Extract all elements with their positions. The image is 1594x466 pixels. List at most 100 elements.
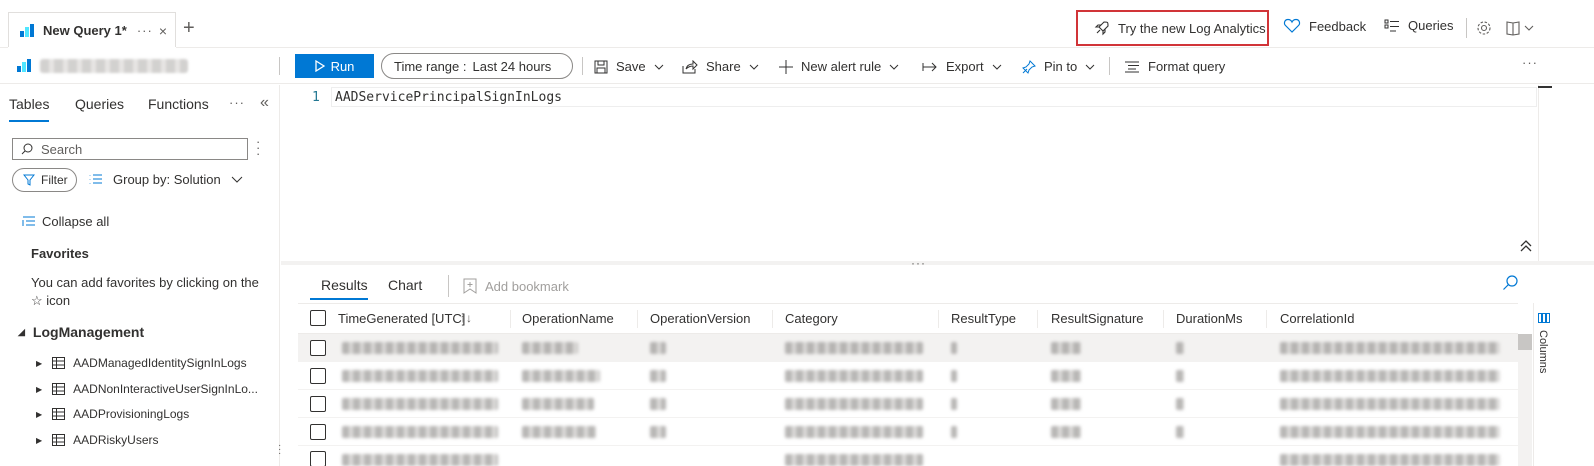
query-toolbar: Run Time range : Last 24 hours Save Shar… bbox=[0, 49, 1594, 84]
time-range-value: Last 24 hours bbox=[472, 58, 552, 74]
column-header[interactable]: CorrelationId bbox=[1280, 311, 1354, 326]
feedback-button[interactable]: Feedback bbox=[1283, 18, 1366, 34]
grid-header: TimeGenerated [UTC] ↑↓ OperationName Ope… bbox=[298, 303, 1518, 334]
column-divider[interactable] bbox=[510, 310, 511, 328]
column-header[interactable]: OperationVersion bbox=[650, 311, 750, 326]
column-divider[interactable] bbox=[637, 310, 638, 328]
column-header[interactable]: DurationMs bbox=[1176, 311, 1242, 326]
table-item[interactable]: ▶ AADManagedIdentitySignInLogs bbox=[36, 356, 247, 370]
column-divider[interactable] bbox=[1163, 310, 1164, 328]
queries-button[interactable]: Queries bbox=[1384, 18, 1454, 33]
workspace-name-redacted[interactable] bbox=[40, 59, 188, 73]
search-input[interactable] bbox=[41, 141, 231, 157]
share-button[interactable]: Share bbox=[682, 59, 767, 74]
columns-side-panel[interactable] bbox=[1533, 303, 1555, 466]
search-options-icon[interactable]: · · · bbox=[256, 135, 260, 160]
tab-functions[interactable]: Functions bbox=[148, 96, 209, 112]
grid-scrollbar-thumb[interactable] bbox=[1518, 334, 1532, 350]
grid-scrollbar[interactable] bbox=[1518, 334, 1532, 466]
search-field[interactable] bbox=[12, 138, 248, 160]
row-checkbox[interactable] bbox=[310, 368, 326, 384]
search-icon bbox=[21, 143, 33, 155]
column-divider[interactable] bbox=[1266, 310, 1267, 328]
share-label: Share bbox=[706, 59, 741, 74]
query-editor[interactable]: 1 AADServicePrincipalSignInLogs bbox=[281, 85, 1539, 261]
column-header[interactable]: TimeGenerated [UTC] bbox=[338, 311, 465, 326]
redacted-cell bbox=[951, 342, 957, 354]
query-code[interactable]: AADServicePrincipalSignInLogs bbox=[335, 90, 562, 105]
chevron-down-icon bbox=[231, 176, 243, 183]
book-icon[interactable] bbox=[1506, 20, 1536, 36]
column-header[interactable]: OperationName bbox=[522, 311, 614, 326]
group-list-icon bbox=[89, 174, 102, 183]
collapse-all-icon bbox=[22, 216, 35, 226]
vertical-splitter-handle[interactable]: · · · bbox=[278, 441, 281, 459]
table-item[interactable]: ▶ AADRiskyUsers bbox=[36, 433, 159, 447]
format-query-button[interactable]: Format query bbox=[1124, 59, 1225, 74]
tab-queries[interactable]: Queries bbox=[75, 96, 124, 112]
try-new-label: Try the new Log Analytics bbox=[1118, 20, 1266, 36]
query-tab[interactable]: New Query 1* ··· × bbox=[8, 12, 176, 49]
table-grid-icon bbox=[52, 408, 66, 420]
export-button[interactable]: Export bbox=[922, 59, 1010, 74]
table-row[interactable] bbox=[298, 390, 1518, 418]
columns-label[interactable]: Columns bbox=[1537, 330, 1549, 373]
collapse-panel-icon[interactable]: « bbox=[260, 94, 269, 112]
gear-icon[interactable] bbox=[1476, 20, 1492, 36]
tab-tables[interactable]: Tables bbox=[9, 96, 49, 112]
table-item[interactable]: ▶ AADNonInteractiveUserSignInLo... bbox=[36, 382, 258, 396]
log-analytics-icon bbox=[20, 23, 34, 37]
table-row[interactable] bbox=[298, 446, 1518, 466]
filter-button[interactable]: Filter bbox=[12, 168, 77, 192]
add-tab-button[interactable]: + bbox=[183, 18, 195, 38]
tab-chart[interactable]: Chart bbox=[388, 277, 422, 293]
table-row[interactable] bbox=[298, 334, 1518, 362]
column-header[interactable]: ResultSignature bbox=[1051, 311, 1144, 326]
save-button[interactable]: Save bbox=[594, 59, 672, 74]
add-bookmark-button[interactable]: Add bookmark bbox=[463, 278, 569, 294]
table-row[interactable] bbox=[298, 418, 1518, 446]
chevron-down-icon bbox=[749, 64, 759, 70]
table-item-label: AADRiskyUsers bbox=[73, 433, 159, 447]
column-header[interactable]: Category bbox=[785, 311, 838, 326]
redacted-cell bbox=[522, 426, 596, 438]
group-by-dropdown[interactable]: Group by: Solution bbox=[89, 172, 253, 187]
table-item-label: AADProvisioningLogs bbox=[73, 407, 190, 421]
editor-scrollbar[interactable] bbox=[1538, 85, 1539, 261]
column-header[interactable]: ResultType bbox=[951, 311, 1016, 326]
search-icon[interactable] bbox=[1502, 275, 1518, 291]
select-all-checkbox[interactable] bbox=[310, 310, 326, 326]
schema-panel: Tables Queries Functions ··· « ··· Filte… bbox=[0, 85, 280, 466]
feedback-label: Feedback bbox=[1309, 18, 1367, 34]
caret-right-icon: ▶ bbox=[36, 358, 43, 368]
column-divider[interactable] bbox=[1037, 310, 1038, 328]
row-checkbox[interactable] bbox=[310, 451, 326, 466]
sort-icon[interactable]: ↑↓ bbox=[460, 311, 472, 325]
try-new-log-analytics-button[interactable]: Try the new Log Analytics bbox=[1076, 10, 1269, 46]
splitter-handle-icon[interactable]: ··· bbox=[911, 256, 926, 270]
tab-more-icon[interactable]: ··· bbox=[137, 23, 153, 38]
run-button[interactable]: Run bbox=[295, 54, 374, 78]
table-row[interactable] bbox=[298, 362, 1518, 390]
close-icon[interactable]: × bbox=[159, 23, 167, 39]
row-checkbox[interactable] bbox=[310, 340, 326, 356]
log-management-group[interactable]: ◢ LogManagement bbox=[18, 324, 144, 340]
collapse-all-button[interactable]: Collapse all bbox=[22, 214, 109, 229]
left-more-icon[interactable]: ··· bbox=[229, 95, 245, 110]
redacted-cell bbox=[342, 426, 498, 438]
time-range-picker[interactable]: Time range : Last 24 hours bbox=[381, 53, 573, 79]
column-divider[interactable] bbox=[938, 310, 939, 328]
pin-icon bbox=[1022, 59, 1036, 74]
row-checkbox[interactable] bbox=[310, 396, 326, 412]
table-item[interactable]: ▶ AADProvisioningLogs bbox=[36, 407, 189, 421]
redacted-cell bbox=[785, 342, 923, 354]
collapse-editor-icon[interactable] bbox=[1520, 239, 1532, 253]
columns-icon bbox=[1538, 313, 1550, 323]
row-checkbox[interactable] bbox=[310, 424, 326, 440]
new-alert-rule-button[interactable]: New alert rule bbox=[779, 59, 907, 74]
tab-results[interactable]: Results bbox=[321, 277, 368, 293]
column-divider[interactable] bbox=[772, 310, 773, 328]
horizontal-splitter[interactable] bbox=[281, 261, 1594, 265]
pin-to-button[interactable]: Pin to bbox=[1022, 59, 1103, 74]
toolbar-more-icon[interactable]: ··· bbox=[1522, 55, 1538, 70]
